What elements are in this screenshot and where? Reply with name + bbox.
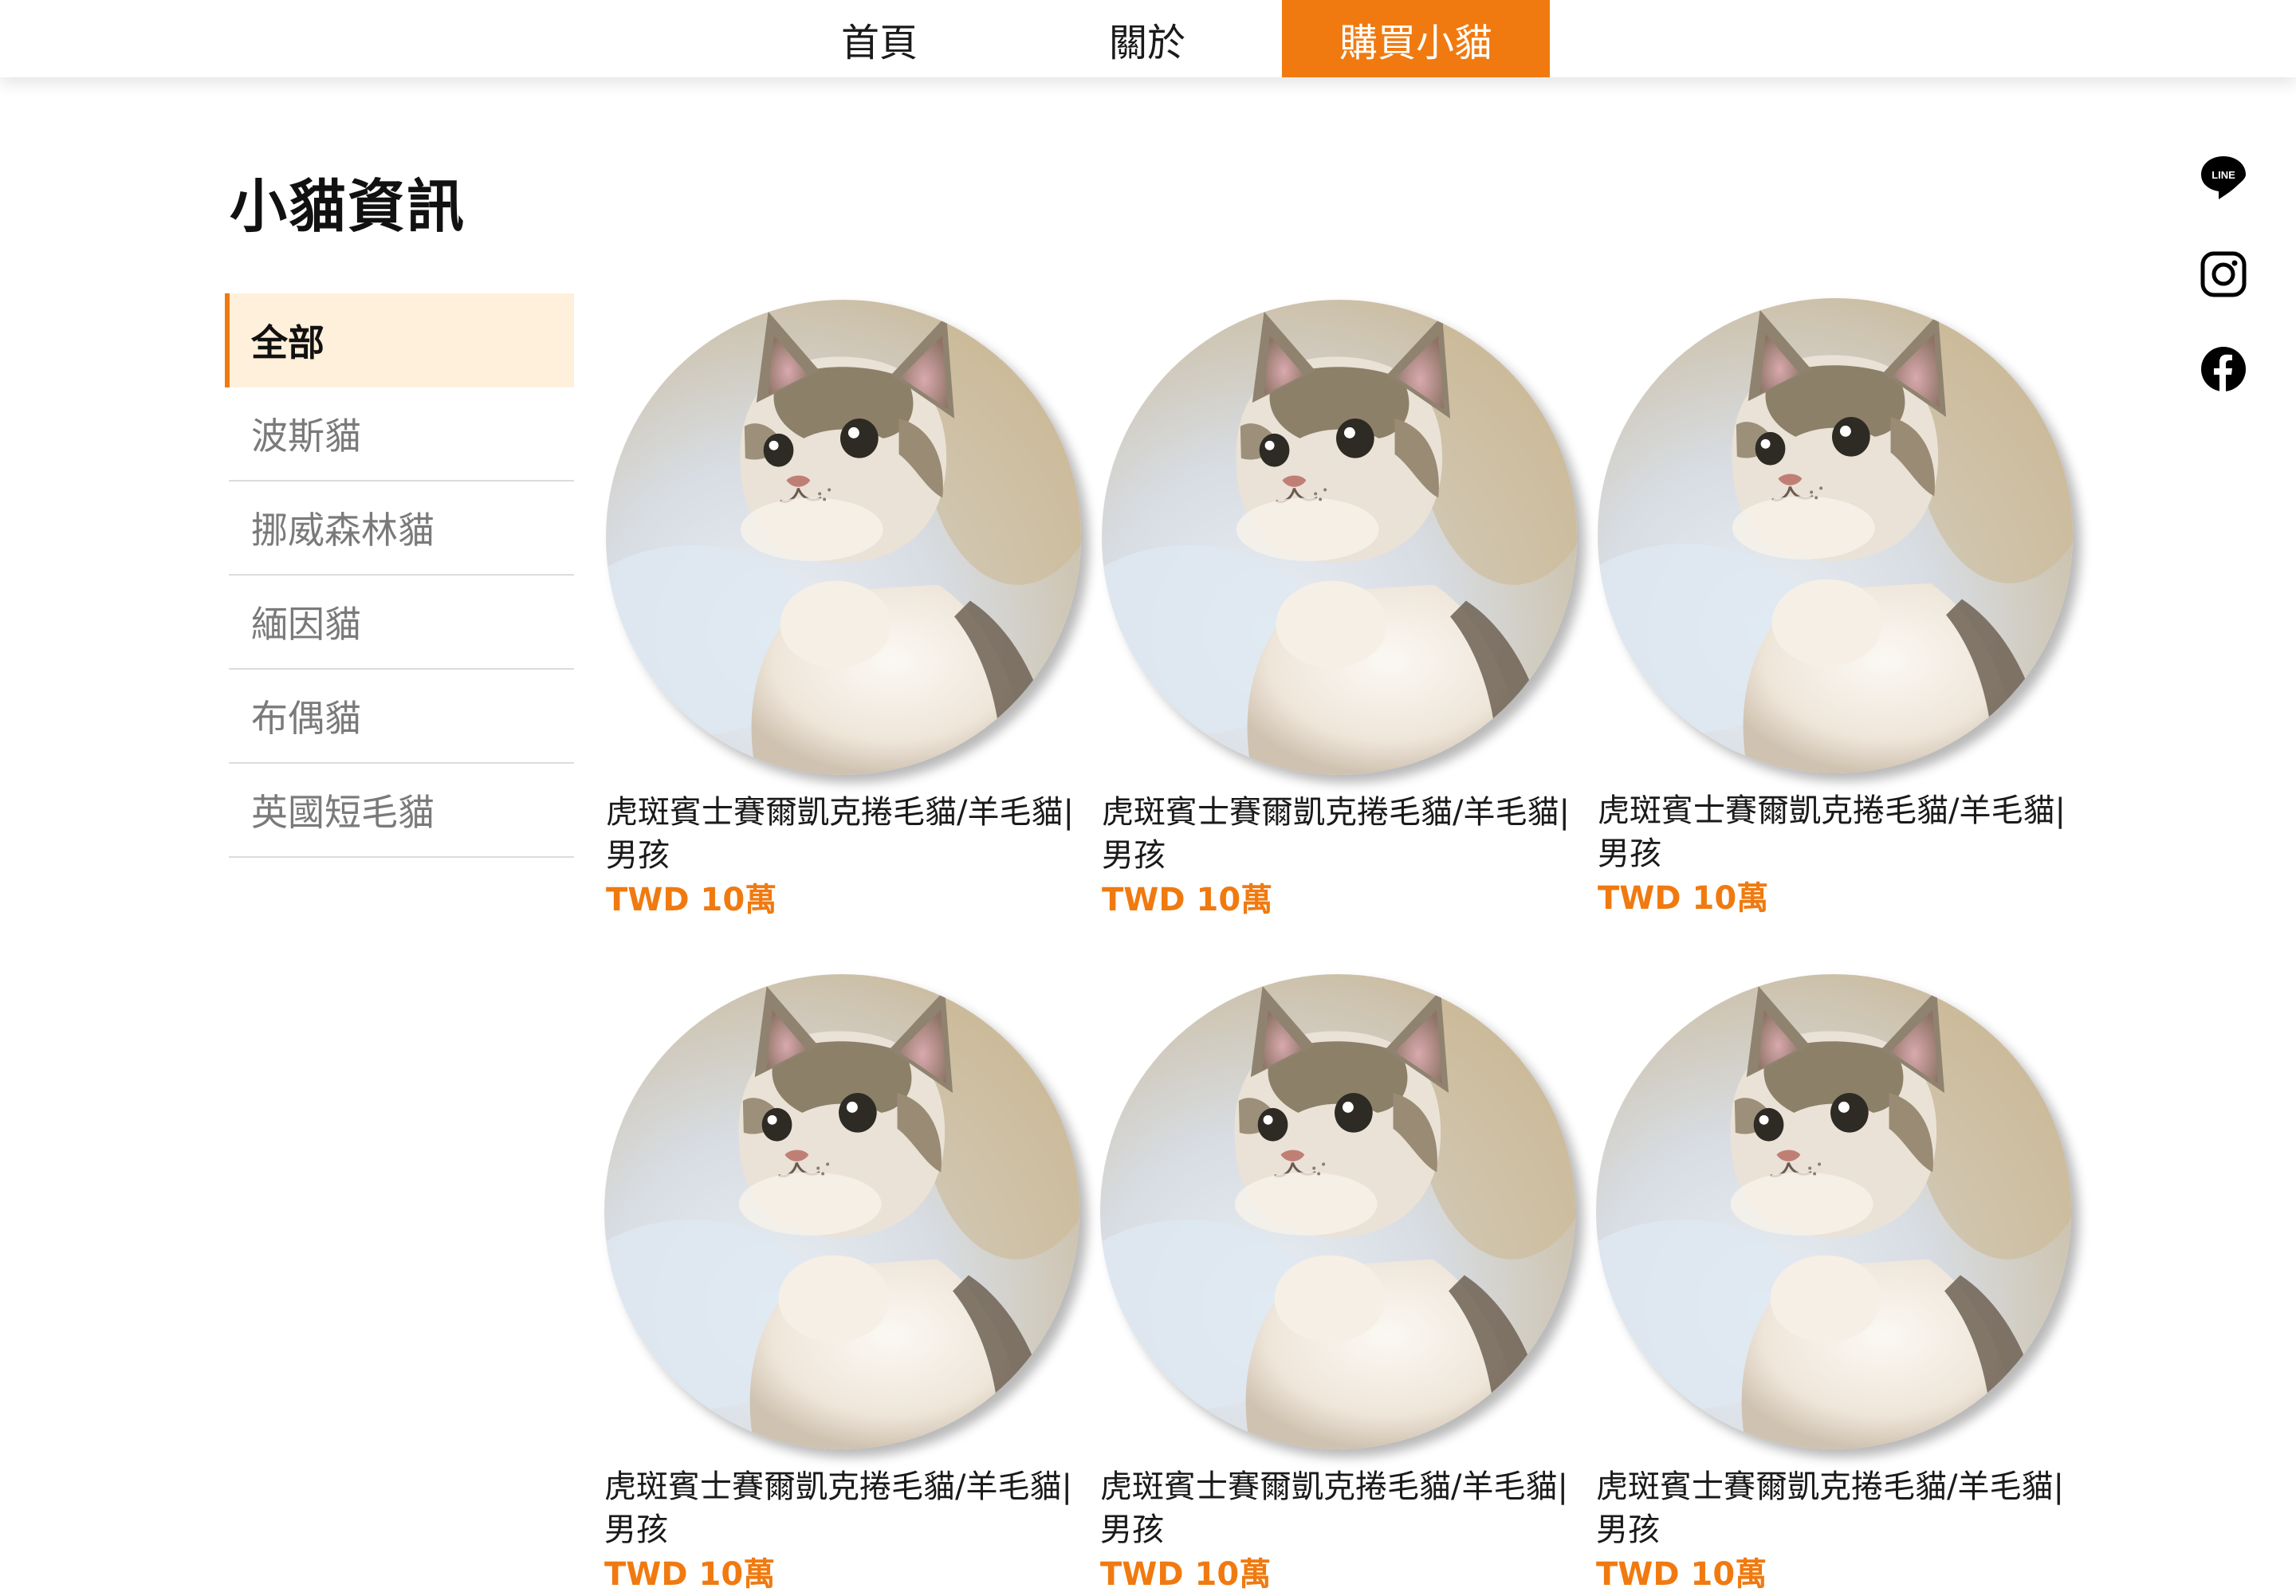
product-card[interactable]: 虎斑賓士賽爾凱克捲毛貓/羊毛貓| 男孩 TWD 10萬: [1598, 298, 2076, 920]
category-ragdoll[interactable]: 布偶貓: [229, 670, 574, 764]
product-card[interactable]: 虎斑賓士賽爾凱克捲毛貓/羊毛貓| 男孩 TWD 10萬: [1102, 300, 1580, 922]
kitten-photo[interactable]: [1102, 300, 1577, 775]
facebook-icon[interactable]: [2199, 344, 2248, 394]
product-name: 虎斑賓士賽爾凱克捲毛貓/羊毛貓| 男孩: [1596, 1468, 2064, 1548]
kitten-photo[interactable]: [606, 300, 1081, 775]
category-all[interactable]: 全部: [225, 293, 574, 387]
product-name: 虎斑賓士賽爾凱克捲毛貓/羊毛貓| 男孩: [1100, 1468, 1568, 1548]
top-nav: 首頁 關於 購買小貓: [0, 0, 2296, 77]
product-price: TWD 10萬: [1596, 1556, 1767, 1593]
line-icon[interactable]: LINE: [2199, 153, 2248, 202]
kitten-photo[interactable]: [1598, 298, 2073, 773]
category-persian[interactable]: 波斯貓: [229, 387, 574, 482]
product-card[interactable]: 虎斑賓士賽爾凱克捲毛貓/羊毛貓| 男孩 TWD 10萬: [1100, 974, 1578, 1596]
kitten-photo[interactable]: [1596, 974, 2071, 1449]
product-name: 虎斑賓士賽爾凱克捲毛貓/羊毛貓| 男孩: [604, 1468, 1072, 1548]
svg-text:LINE: LINE: [2211, 169, 2235, 181]
nav-home[interactable]: 首頁: [745, 0, 1013, 77]
nav-about[interactable]: 關於: [1013, 0, 1281, 77]
product-name: 虎斑賓士賽爾凱克捲毛貓/羊毛貓| 男孩: [606, 794, 1074, 874]
product-name: 虎斑賓士賽爾凱克捲毛貓/羊毛貓| 男孩: [1102, 794, 1570, 874]
category-norwegian-forest[interactable]: 挪威森林貓: [229, 482, 574, 576]
page-title: 小貓資訊: [230, 173, 466, 240]
product-card[interactable]: 虎斑賓士賽爾凱克捲毛貓/羊毛貓| 男孩 TWD 10萬: [606, 300, 1084, 922]
kitten-photo[interactable]: [1100, 974, 1575, 1449]
nav-buy-kittens[interactable]: 購買小貓: [1282, 0, 1550, 77]
category-sidebar: 全部 波斯貓 挪威森林貓 緬因貓 布偶貓 英國短毛貓: [225, 293, 574, 858]
product-price: TWD 10萬: [606, 882, 777, 918]
kitten-photo[interactable]: [604, 974, 1079, 1449]
product-name: 虎斑賓士賽爾凱克捲毛貓/羊毛貓| 男孩: [1598, 792, 2066, 872]
product-price: TWD 10萬: [604, 1556, 776, 1593]
product-price: TWD 10萬: [1598, 880, 1769, 917]
product-price: TWD 10萬: [1102, 882, 1273, 918]
product-price: TWD 10萬: [1100, 1556, 1272, 1593]
instagram-icon[interactable]: [2199, 250, 2248, 299]
category-maine-coon[interactable]: 緬因貓: [229, 576, 574, 670]
product-card[interactable]: 虎斑賓士賽爾凱克捲毛貓/羊毛貓| 男孩 TWD 10萬: [604, 974, 1083, 1596]
product-card[interactable]: 虎斑賓士賽爾凱克捲毛貓/羊毛貓| 男孩 TWD 10萬: [1596, 974, 2074, 1596]
category-british-shorthair[interactable]: 英國短毛貓: [229, 764, 574, 858]
